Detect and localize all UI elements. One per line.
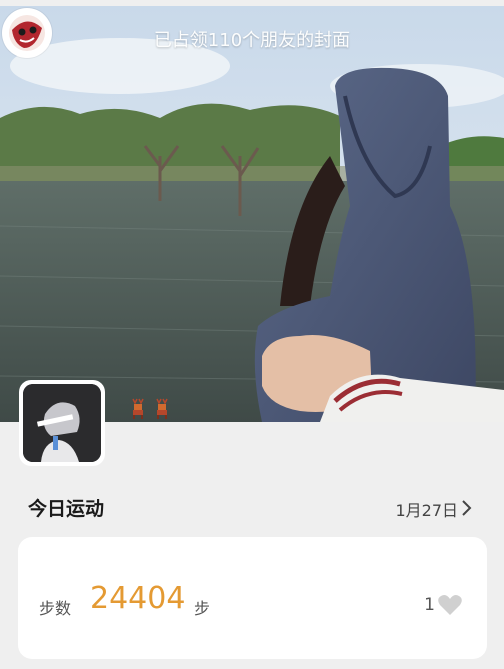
cover-owner-avatar[interactable] — [2, 8, 52, 58]
cover-photo[interactable]: 已占领110个朋友的封面 — [0, 6, 504, 422]
cover-image — [0, 6, 504, 422]
heart-icon[interactable] — [437, 593, 463, 617]
steps-unit: 步 — [194, 599, 211, 618]
user-avatar[interactable] — [19, 380, 105, 466]
cover-caption: 已占领110个朋友的封面 — [153, 30, 351, 51]
like-count: 1 — [424, 595, 435, 615]
steps-label: 步数 — [39, 599, 72, 618]
section-date[interactable]: 1月27日 — [395, 497, 458, 521]
profile-avatar-icon — [23, 384, 101, 462]
red-mask-avatar-icon — [9, 15, 45, 51]
likers-row — [129, 397, 171, 419]
deer-sprite-icon[interactable] — [153, 397, 171, 419]
steps-card[interactable]: 步数 24404 步 1 — [18, 537, 487, 659]
steps-value: 24404 — [90, 581, 186, 616]
today-sport-header[interactable]: 今日运动 1月27日 — [0, 490, 504, 526]
deer-sprite-icon[interactable] — [129, 397, 147, 419]
chevron-right-icon[interactable] — [460, 498, 474, 518]
section-title: 今日运动 — [28, 498, 105, 520]
